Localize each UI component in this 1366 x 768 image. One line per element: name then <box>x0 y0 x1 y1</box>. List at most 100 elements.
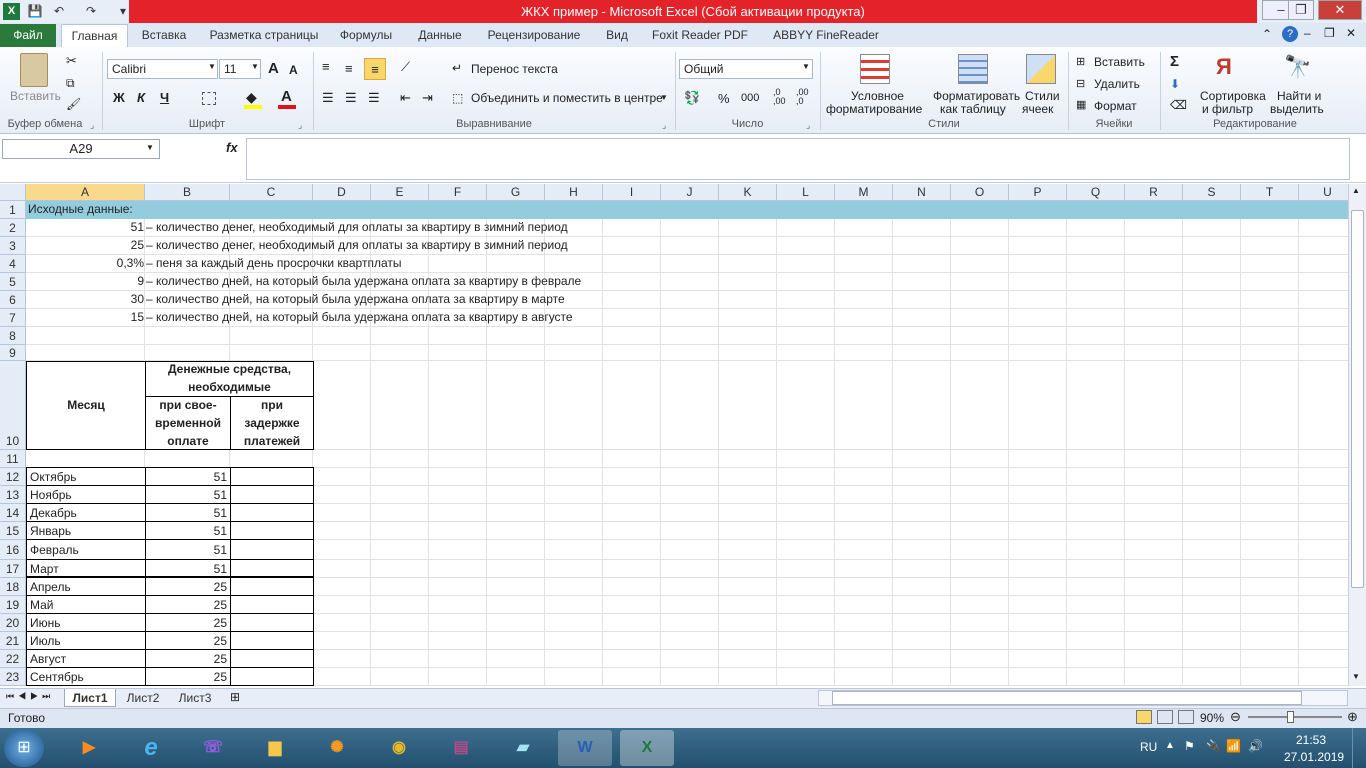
horizontal-scroll-thumb[interactable] <box>832 691 1302 705</box>
close-button[interactable]: ✕ <box>1318 0 1362 20</box>
number-launcher-icon[interactable]: ⌟ <box>806 120 810 131</box>
delete-cells-icon[interactable]: ⊟ <box>1076 77 1085 90</box>
redo-icon[interactable]: ↷ <box>82 3 100 20</box>
cell-styles-icon[interactable] <box>1026 54 1056 84</box>
input-value-4[interactable]: 9 <box>26 273 146 290</box>
table-cell-delay[interactable] <box>230 649 314 668</box>
font-color-button[interactable]: A <box>281 88 292 105</box>
percent-button[interactable]: % <box>718 91 730 106</box>
clipboard-launcher-icon[interactable]: ⌟ <box>90 120 94 131</box>
table-cell-delay[interactable] <box>230 467 314 486</box>
find-select-label-1[interactable]: Найти и <box>1277 89 1321 103</box>
row-header-21[interactable]: 21 <box>0 632 26 650</box>
sheet-tab-3[interactable]: Лист3 <box>170 689 220 707</box>
sun-app-icon[interactable]: ✺ <box>310 730 364 766</box>
input-text-6[interactable]: – количество дней, на который была удерж… <box>144 309 575 326</box>
row-header-18[interactable]: 18 <box>0 578 26 596</box>
sheet-tab-1[interactable]: Лист1 <box>64 689 116 707</box>
language-indicator[interactable]: RU <box>1140 740 1157 754</box>
workbook-restore-icon[interactable]: ❐ <box>1324 26 1335 40</box>
page-layout-view-icon[interactable] <box>1157 710 1173 724</box>
table-cell-ontime[interactable]: 51 <box>145 503 231 522</box>
column-header-u[interactable]: U <box>1299 184 1348 201</box>
decrease-indent-icon[interactable]: ⇤ <box>400 90 411 106</box>
decrease-decimal-button[interactable]: ,00 ,0 <box>796 88 816 106</box>
table-cell-month[interactable]: Июль <box>26 631 146 650</box>
table-cell-delay[interactable] <box>230 613 314 632</box>
format-cells-button[interactable]: Формат <box>1094 99 1137 113</box>
sort-filter-label-2[interactable]: и фильтр <box>1202 102 1253 116</box>
delete-cells-button[interactable]: Удалить <box>1094 77 1140 91</box>
show-desktop-button[interactable] <box>1352 728 1366 768</box>
new-sheet-icon[interactable]: ⊞ <box>230 690 240 704</box>
fill-color-icon[interactable]: ◆ <box>246 89 257 106</box>
number-format-dropdown-icon[interactable]: ▼ <box>802 62 810 71</box>
tab-page-layout[interactable]: Разметка страницы <box>205 24 323 47</box>
tab-home[interactable]: Главная <box>61 24 128 47</box>
row-header-20[interactable]: 20 <box>0 614 26 632</box>
column-header-t[interactable]: T <box>1241 184 1299 201</box>
row-header-1[interactable]: 1 <box>0 201 26 219</box>
chrome-icon[interactable]: ◉ <box>372 730 426 766</box>
column-header-c[interactable]: C <box>230 184 313 201</box>
zoom-in-icon[interactable]: ⊕ <box>1347 709 1358 725</box>
sheet-tab-2[interactable]: Лист2 <box>118 689 168 707</box>
table-cell-ontime[interactable]: 25 <box>145 595 231 614</box>
vertical-scrollbar[interactable]: ▲ ▼ <box>1348 184 1366 686</box>
name-box-dropdown-icon[interactable]: ▼ <box>146 143 154 152</box>
underline-button[interactable]: Ч <box>160 90 169 105</box>
align-center-icon[interactable]: ☰ <box>345 90 357 106</box>
maximize-button[interactable]: ❐ <box>1288 0 1314 20</box>
source-data-title[interactable]: Исходные данные: <box>26 201 135 218</box>
row-header-8[interactable]: 8 <box>0 327 26 345</box>
column-header-d[interactable]: D <box>313 184 371 201</box>
tray-arrow-icon[interactable]: ▲ <box>1165 740 1175 751</box>
name-box[interactable]: A29 <box>2 139 160 159</box>
table-cell-month[interactable]: Февраль <box>26 539 146 560</box>
row-header-17[interactable]: 17 <box>0 560 26 578</box>
table-cell-month[interactable]: Октябрь <box>26 467 146 486</box>
column-header-e[interactable]: E <box>371 184 429 201</box>
row-header-9[interactable]: 9 <box>0 345 26 361</box>
table-cell-ontime[interactable]: 51 <box>145 539 231 560</box>
autosum-button[interactable]: Σ <box>1170 53 1179 70</box>
clock-date[interactable]: 27.01.2019 <box>1284 750 1344 764</box>
scroll-down-icon[interactable]: ▼ <box>1352 672 1360 681</box>
table-cell-ontime[interactable]: 25 <box>145 613 231 632</box>
tab-view[interactable]: Вид <box>600 24 634 47</box>
input-text-5[interactable]: – количество дней, на который была удерж… <box>144 291 567 308</box>
ribbon-collapse-icon[interactable]: ⌃ <box>1262 27 1272 41</box>
notes-app-icon[interactable]: ▰ <box>496 730 550 766</box>
table-cell-month[interactable]: Сентябрь <box>26 667 146 686</box>
column-header-l[interactable]: L <box>777 184 835 201</box>
cell-styles-label-2[interactable]: ячеек <box>1022 102 1053 116</box>
normal-view-icon[interactable] <box>1136 710 1152 724</box>
copy-icon[interactable]: ⧉ <box>66 76 75 91</box>
tab-file[interactable]: Файл <box>0 24 56 47</box>
conditional-formatting-label-2[interactable]: форматирование <box>826 102 922 116</box>
table-cell-ontime[interactable]: 51 <box>145 521 231 540</box>
format-painter-icon[interactable]: 🖌 <box>66 97 81 111</box>
input-value-6[interactable]: 15 <box>26 309 146 326</box>
conditional-formatting-icon[interactable] <box>860 54 890 84</box>
insert-function-button[interactable]: fx <box>226 140 238 155</box>
table-cell-delay[interactable] <box>230 631 314 650</box>
table-cell-month[interactable]: Январь <box>26 521 146 540</box>
insert-cells-button[interactable]: Вставить <box>1094 55 1145 69</box>
format-cells-icon[interactable]: ▦ <box>1076 98 1086 111</box>
table-cell-month[interactable]: Май <box>26 595 146 614</box>
undo-icon[interactable]: ↶ <box>50 3 68 20</box>
column-header-j[interactable]: J <box>661 184 719 201</box>
table-cell-ontime[interactable]: 25 <box>145 577 231 596</box>
sort-filter-icon[interactable]: Я <box>1216 54 1232 80</box>
network-icon[interactable]: 📶 <box>1226 739 1241 753</box>
fill-icon[interactable]: ⬇ <box>1170 77 1180 91</box>
row-header-7[interactable]: 7 <box>0 309 26 327</box>
action-center-flag-icon[interactable]: ⚑ <box>1184 739 1195 753</box>
row-header-13[interactable]: 13 <box>0 486 26 504</box>
align-top-icon[interactable]: ≡ <box>322 59 330 74</box>
column-header-k[interactable]: K <box>719 184 777 201</box>
table-cell-month[interactable]: Декабрь <box>26 503 146 522</box>
column-header-r[interactable]: R <box>1125 184 1183 201</box>
worksheet-grid[interactable]: ABCDEFGHIJKLMNOPQRSTU 1 2 3 4 5 6 7 8 9 10 11 12 13 1… <box>0 184 1348 686</box>
